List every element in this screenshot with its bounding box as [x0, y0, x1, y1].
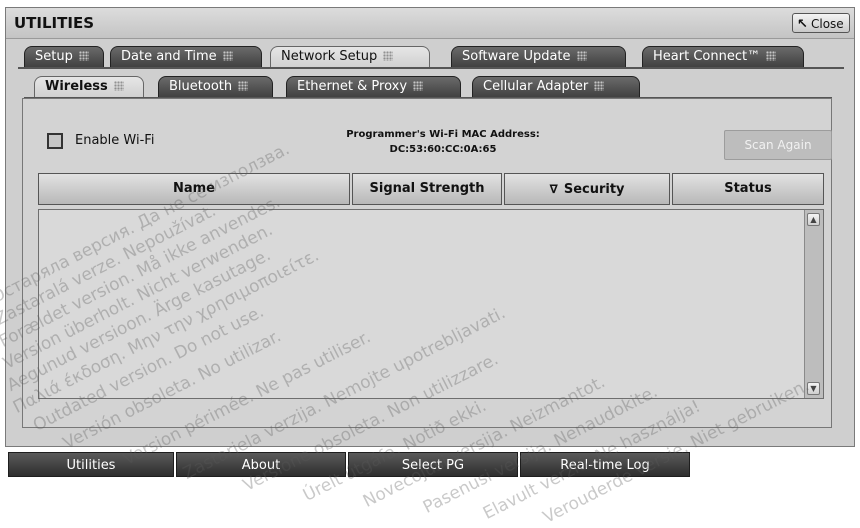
enable-wifi-checkbox[interactable]	[47, 133, 63, 149]
close-label: Close	[811, 17, 844, 31]
scroll-up-button[interactable]: ▲	[807, 213, 820, 226]
grip-icon	[222, 51, 233, 61]
grip-icon	[766, 51, 777, 61]
tab-wireless-label: Wireless	[45, 79, 108, 94]
grip-icon	[413, 81, 424, 91]
title-bar: UTILITIES ↖ Close	[6, 8, 854, 39]
column-name-label: Name	[172, 181, 215, 196]
tab-setup-label: Setup	[35, 49, 73, 64]
column-header-status[interactable]: Status	[672, 173, 824, 205]
nav-utilities-button[interactable]: Utilities	[8, 452, 174, 477]
mac-address-value: DC:53:60:CC:0A:65	[389, 144, 497, 155]
tab-wireless[interactable]: Wireless	[34, 76, 144, 98]
tab-software-update-label: Software Update	[462, 49, 571, 64]
list-scrollbar[interactable]: ▲ ▼	[804, 210, 823, 398]
bottom-nav: Utilities About Select PG Real-time Log	[0, 452, 700, 477]
tab-heart-connect-label: Heart Connect™	[653, 49, 761, 64]
mac-address-title: Programmer's Wi-Fi MAC Address:	[346, 129, 540, 140]
sub-tab-bar: Wireless Bluetooth Ethernet & Proxy Cell…	[6, 76, 854, 98]
grip-icon	[78, 51, 89, 61]
column-security-label: Security	[563, 182, 625, 197]
column-status-label: Status	[724, 181, 772, 196]
sort-descending-icon: ∇	[549, 182, 558, 196]
tab-date-and-time-label: Date and Time	[121, 49, 217, 64]
tab-ethernet-proxy[interactable]: Ethernet & Proxy	[286, 76, 461, 98]
close-button[interactable]: ↖ Close	[792, 13, 850, 33]
column-signal-label: Signal Strength	[369, 181, 485, 196]
tab-ethernet-proxy-label: Ethernet & Proxy	[297, 79, 408, 94]
network-list[interactable]: ▲ ▼	[38, 209, 824, 399]
enable-wifi-label: Enable Wi-Fi	[75, 133, 155, 148]
grip-icon	[238, 81, 249, 91]
grip-icon	[113, 81, 124, 91]
tab-network-setup[interactable]: Network Setup	[270, 46, 430, 68]
grip-icon	[383, 51, 394, 61]
nav-about-button[interactable]: About	[176, 452, 346, 477]
main-tab-divider	[18, 67, 844, 69]
tab-setup[interactable]: Setup	[24, 46, 104, 68]
tab-bluetooth-label: Bluetooth	[169, 79, 233, 94]
nav-select-pg-button[interactable]: Select PG	[348, 452, 518, 477]
tab-cellular-adapter-label: Cellular Adapter	[483, 79, 589, 94]
scroll-down-button[interactable]: ▼	[807, 382, 820, 395]
main-tab-bar: Setup Date and Time Network Setup Softwa…	[6, 46, 854, 68]
wireless-panel: Enable Wi-Fi Programmer's Wi-Fi MAC Addr…	[22, 98, 832, 428]
tab-heart-connect[interactable]: Heart Connect™	[642, 46, 804, 68]
grip-icon	[594, 81, 605, 91]
back-arrow-icon: ↖	[797, 17, 808, 32]
tab-cellular-adapter[interactable]: Cellular Adapter	[472, 76, 640, 98]
grip-icon	[576, 51, 587, 61]
tab-bluetooth[interactable]: Bluetooth	[158, 76, 273, 98]
utilities-window: UTILITIES ↖ Close Setup Date and Time Ne…	[5, 7, 855, 447]
window-title: UTILITIES	[14, 14, 94, 32]
tab-network-setup-label: Network Setup	[281, 49, 378, 64]
column-header-security[interactable]: ∇ Security	[504, 173, 670, 205]
scan-again-button[interactable]: Scan Again	[724, 130, 832, 160]
tab-software-update[interactable]: Software Update	[451, 46, 626, 68]
tab-date-and-time[interactable]: Date and Time	[110, 46, 262, 68]
column-header-signal-strength[interactable]: Signal Strength	[352, 173, 502, 205]
nav-realtime-log-button[interactable]: Real-time Log	[520, 452, 690, 477]
column-header-name[interactable]: Name	[38, 173, 350, 205]
